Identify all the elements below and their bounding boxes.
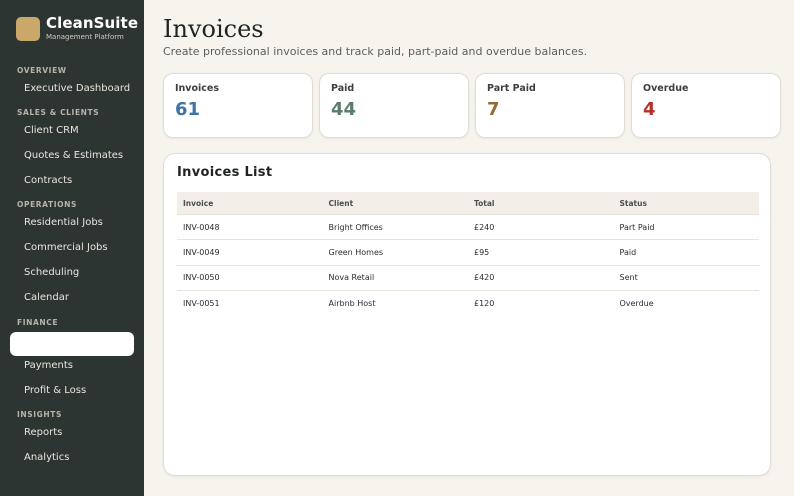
cell-total: £95 [474,247,490,257]
panel-title: Invoices List [177,165,273,180]
column-header-total[interactable]: Total [468,199,614,208]
cell-status: Sent [619,273,638,283]
sidebar-item-profit-loss[interactable]: Profit & Loss [10,378,134,402]
cell-total: £120 [474,299,495,309]
cell-total: £240 [474,222,495,232]
section-sales-clients: SALES & CLIENTS [17,108,100,117]
cell-invoice: INV-0048 [183,222,220,232]
stat-value: 7 [487,99,500,120]
section-insights: INSIGHTS [17,410,63,419]
stat-value: 4 [643,99,656,120]
section-overview: OVERVIEW [17,66,67,75]
sidebar-item-commercial-jobs[interactable]: Commercial Jobs [10,235,134,259]
stat-card-paid: Paid 44 [319,73,469,138]
section-finance: FINANCE [17,318,59,327]
cell-invoice: INV-0051 [183,299,220,309]
stat-card-invoices: Invoices 61 [163,73,313,138]
sidebar-item-analytics[interactable]: Analytics [10,445,134,469]
sidebar-item-calendar[interactable]: Calendar [10,285,134,309]
column-header-status[interactable]: Status [614,199,760,208]
stat-value: 61 [175,99,201,120]
cell-client: Green Homes [328,247,384,257]
page-subtitle: Create professional invoices and track p… [163,45,588,58]
stat-card-overdue: Overdue 4 [631,73,781,138]
sidebar-item-payments[interactable]: Payments [10,353,134,377]
cell-status: Part Paid [619,222,655,232]
cell-client: Airbnb Host [328,299,376,309]
brand-name: CleanSuite [46,14,139,32]
table-row[interactable]: INV-0049 Green Homes £95 Paid [177,240,759,266]
sidebar-item-client-crm[interactable]: Client CRM [10,118,134,142]
cell-client: Bright Offices [328,222,383,232]
cell-total: £420 [474,273,495,283]
cell-client: Nova Retail [328,273,375,283]
sidebar-item-contracts[interactable]: Contracts [10,168,134,192]
stat-label: Invoices [175,83,220,94]
sidebar-item-scheduling[interactable]: Scheduling [10,260,134,284]
stat-label: Part Paid [487,83,536,94]
sidebar-item-quotes-estimates[interactable]: Quotes & Estimates [10,143,134,167]
table-row[interactable]: INV-0050 Nova Retail £420 Sent [177,266,759,291]
stat-value: 44 [331,99,357,120]
sidebar: CleanSuite Management Platform OVERVIEW … [0,0,144,496]
cell-invoice: INV-0050 [183,273,220,283]
brand[interactable]: CleanSuite Management Platform [16,15,138,42]
section-operations: OPERATIONS [17,200,77,209]
table-row[interactable]: INV-0048 Bright Offices £240 Part Paid [177,215,759,241]
table-header: Invoice Client Total Status [177,192,759,215]
invoices-table: Invoice Client Total Status INV-0048 Bri… [177,192,759,316]
cell-status: Paid [619,247,637,257]
cell-status: Overdue [619,299,654,309]
page-title: Invoices [163,15,264,43]
sidebar-item-reports[interactable]: Reports [10,420,134,444]
column-header-invoice[interactable]: Invoice [177,199,323,208]
sidebar-item-residential-jobs[interactable]: Residential Jobs [10,210,134,234]
column-header-client[interactable]: Client [323,199,469,208]
stat-label: Overdue [643,83,689,94]
stat-card-part-paid: Part Paid 7 [475,73,625,138]
invoices-panel: Invoices List Invoice Client Total Statu… [163,153,771,476]
logo-icon [16,16,40,41]
stat-label: Paid [331,83,355,94]
table-row[interactable]: INV-0051 Airbnb Host £120 Overdue [177,291,759,316]
cell-invoice: INV-0049 [183,247,220,257]
brand-subtitle: Management Platform [46,33,124,41]
sidebar-item-executive-dashboard[interactable]: Executive Dashboard [10,76,134,100]
